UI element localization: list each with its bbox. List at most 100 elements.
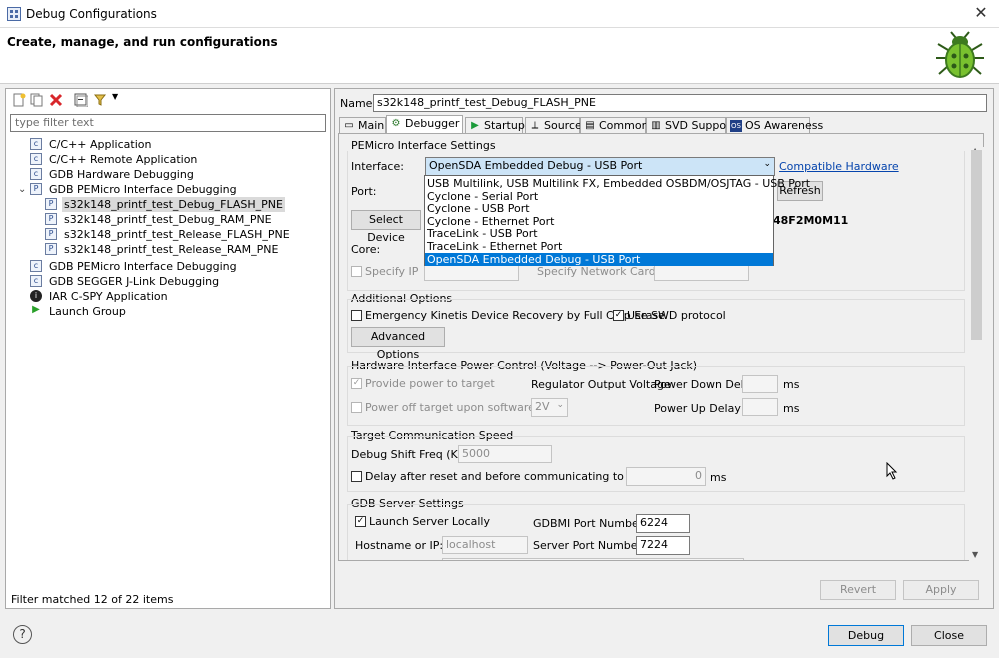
tab-bar: ▭ Main ⚙ Debugger ▶ Startup ⟂ Source ▤ Common… [339, 115, 991, 134]
use-swd-checkbox[interactable]: ✓ [613, 310, 624, 321]
c-app-icon: c [30, 138, 42, 150]
c-icon: c [30, 260, 42, 272]
debug-config-icon [7, 7, 21, 21]
chevron-down-icon: ⌄ [556, 400, 564, 410]
iar-icon: i [30, 290, 42, 302]
filter-menu-chevron-down-icon[interactable]: ▼ [112, 92, 118, 101]
interface-label: Interface: [351, 160, 404, 173]
tab-source[interactable]: ⟂ Source [525, 117, 582, 134]
scrollbar-thumb[interactable] [971, 150, 982, 340]
power-down-field[interactable] [742, 375, 778, 393]
compatible-hardware-link[interactable]: Compatible Hardware [779, 160, 899, 173]
scroll-down-icon[interactable]: ▼ [972, 550, 978, 559]
use-swd-label: Use SWD protocol [627, 309, 726, 322]
delete-icon[interactable] [49, 93, 63, 107]
tab-main[interactable]: ▭ Main [339, 117, 386, 134]
apply-button[interactable]: Apply [903, 580, 979, 600]
power-control-group [347, 366, 965, 426]
device-value: 48F2M0M11 [773, 214, 849, 227]
power-up-ms: ms [783, 402, 800, 415]
header-title: Create, manage, and run configurations [7, 35, 278, 49]
config-icon: P [45, 213, 57, 225]
collapse-all-icon[interactable] [74, 93, 88, 107]
launch-locally-label: Launch Server Locally [369, 515, 490, 528]
c-hw-icon: c [30, 168, 42, 180]
dialog-header: Create, manage, and run configurations [0, 28, 999, 84]
interface-dropdown: USB Multilink, USB Multilink FX, Embedde… [424, 175, 810, 266]
provide-power-checkbox[interactable]: ✓ [351, 378, 362, 389]
close-button[interactable]: Close [911, 625, 987, 646]
dropdown-option[interactable]: USB Multilink, USB Multilink FX, Embedde… [425, 177, 810, 190]
server-port-field[interactable]: 7224 [636, 536, 690, 555]
power-up-label: Power Up Delay [654, 402, 741, 415]
duplicate-icon[interactable] [30, 93, 44, 107]
power-off-label: Power off target upon software exit [365, 401, 559, 414]
pemicro-icon: P [30, 183, 42, 195]
voltage-select[interactable]: 2V ⌄ [531, 398, 568, 417]
emergency-recovery-checkbox[interactable] [351, 310, 362, 321]
tab-common[interactable]: ▤ Common [580, 117, 649, 134]
gdbmi-port-label: GDBMI Port Number: [533, 517, 647, 530]
close-icon[interactable]: ✕ [970, 2, 992, 24]
select-device-button[interactable]: Select Device [351, 210, 421, 244]
window-title: Debug Configurations [26, 7, 157, 21]
os-icon: OS [730, 120, 742, 132]
revert-button[interactable]: Revert [820, 580, 896, 600]
main-tab-icon: ▭ [344, 120, 354, 131]
tab-os-awareness[interactable]: OS OS Awareness [726, 117, 823, 134]
config-tree-panel: ▼ type filter text c C/C++ Application cC… [5, 88, 331, 609]
launch-group-icon: ▶ [32, 304, 40, 315]
delay-ms: ms [710, 471, 727, 484]
config-icon: P [45, 198, 57, 210]
debug-button[interactable]: Debug [828, 625, 904, 646]
config-icon: P [45, 243, 57, 255]
power-up-field[interactable] [742, 398, 778, 416]
name-field[interactable]: s32k148_printf_test_Debug_FLASH_PNE [373, 94, 987, 112]
hostname-field[interactable]: localhost [442, 536, 528, 554]
c-remote-icon: c [30, 153, 42, 165]
dropdown-option[interactable]: TraceLink - USB Port [425, 227, 773, 240]
core-label: Core: [351, 243, 381, 256]
specify-netcard-label: Specify Network Card IP [537, 265, 670, 278]
tab-startup[interactable]: ▶ Startup [465, 117, 525, 134]
tab-debugger[interactable]: ⚙ Debugger [386, 115, 463, 134]
gear-icon: ⚙ [391, 118, 401, 129]
delay-after-reset-checkbox[interactable] [351, 471, 362, 482]
port-label: Port: [351, 185, 377, 198]
advanced-options-button[interactable]: Advanced Options [351, 327, 445, 361]
filter-status: Filter matched 12 of 22 items [11, 593, 174, 606]
gdbmi-port-field[interactable]: 6224 [636, 514, 690, 533]
regulator-label: Regulator Output Voltage [531, 378, 671, 391]
tab-svd-support[interactable]: ▥ SVD Support [646, 117, 735, 134]
mouse-cursor-icon [886, 462, 898, 480]
c-icon: c [30, 275, 42, 287]
source-icon: ⟂ [531, 120, 539, 131]
bug-icon [936, 31, 984, 78]
expand-chevron-down-icon[interactable]: ⌄ [18, 182, 28, 197]
chevron-down-icon: ⌄ [763, 159, 771, 169]
config-icon: P [45, 228, 57, 240]
dropdown-option[interactable]: Cyclone - USB Port [425, 202, 773, 215]
server-extra-field [442, 558, 744, 560]
title-bar: Debug Configurations ✕ [0, 0, 999, 28]
specify-ip-checkbox[interactable] [351, 266, 362, 277]
server-port-label: Server Port Number: [533, 539, 646, 552]
help-icon[interactable]: ? [13, 625, 32, 644]
play-icon: ▶ [471, 120, 479, 131]
power-off-checkbox[interactable] [351, 402, 362, 413]
dropdown-option[interactable]: TraceLink - Ethernet Port [425, 240, 773, 253]
interface-select[interactable]: OpenSDA Embedded Debug - USB Port ⌄ [425, 157, 775, 176]
new-config-icon[interactable] [12, 93, 26, 107]
power-down-ms: ms [783, 378, 800, 391]
common-icon: ▤ [585, 120, 595, 131]
svd-icon: ▥ [651, 120, 661, 131]
name-label: Name: [340, 97, 377, 110]
dropdown-option-selected[interactable]: OpenSDA Embedded Debug - USB Port [425, 253, 773, 266]
hostname-label: Hostname or IP: [355, 539, 444, 552]
provide-power-label: Provide power to target [365, 377, 495, 390]
shift-freq-field[interactable]: 5000 [458, 445, 552, 463]
launch-locally-checkbox[interactable]: ✓ [355, 516, 366, 527]
filter-icon[interactable] [94, 93, 108, 107]
delay-field[interactable]: 0 [626, 467, 706, 486]
filter-input[interactable]: type filter text [10, 114, 326, 132]
